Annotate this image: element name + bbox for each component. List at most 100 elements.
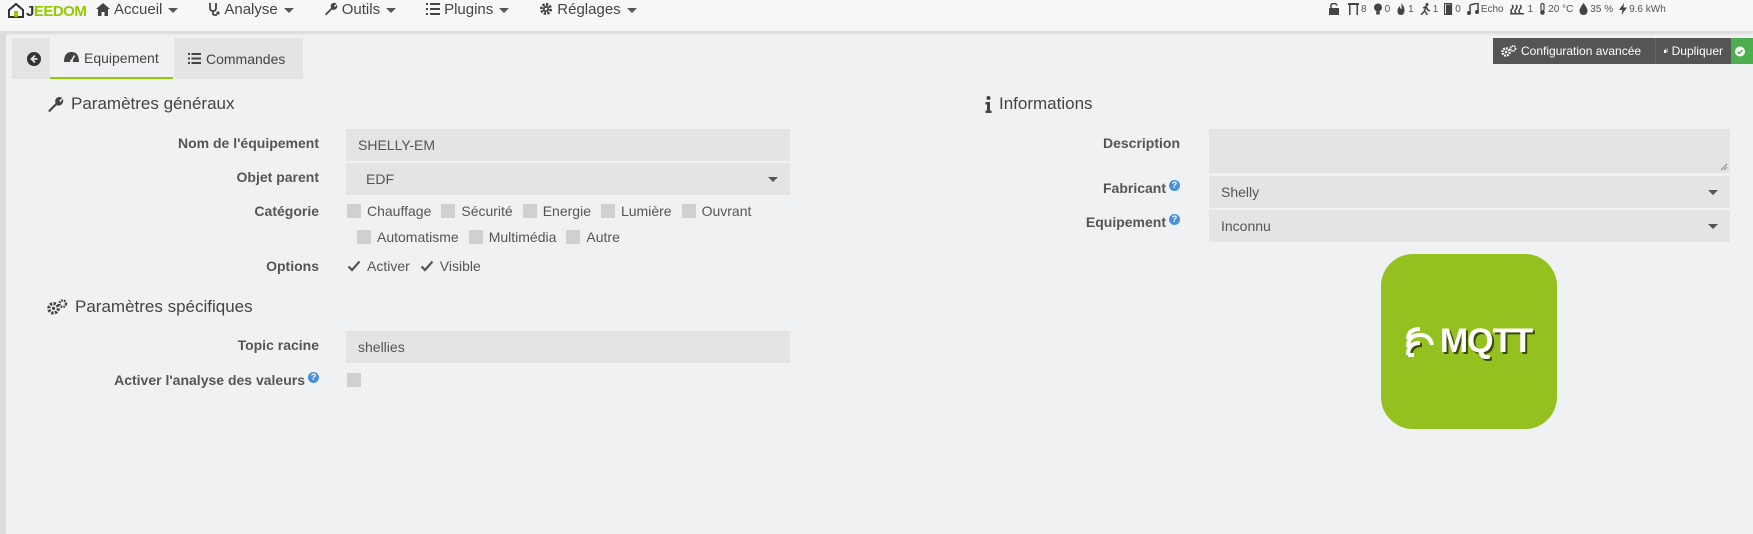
category-row-1: Chauffage Sécurité Energie Lumière Ouvra… [347, 203, 761, 219]
category-multimedia[interactable]: Multimédia [468, 229, 557, 245]
summary-lock[interactable] [1328, 3, 1342, 15]
description-textarea[interactable] [1209, 129, 1730, 173]
nav-analyse[interactable]: Analyse [208, 0, 294, 18]
jeedom-logo[interactable]: JEEDOM [6, 0, 87, 22]
chevron-down-icon [168, 7, 179, 13]
category-securite-label: Sécurité [461, 203, 513, 219]
checkbox[interactable] [468, 230, 483, 244]
nav-accueil[interactable]: Accueil [96, 0, 179, 18]
help-icon[interactable]: ? [1169, 214, 1180, 225]
summary-doors[interactable]: 0 [1444, 3, 1461, 15]
duplicate-button[interactable]: Dupliquer [1655, 38, 1731, 64]
summary-motion-value: 1 [1432, 3, 1439, 15]
nav-plugins[interactable]: Plugins [426, 0, 510, 18]
category-securite[interactable]: Sécurité [441, 203, 513, 219]
wrench-icon [324, 2, 338, 16]
summary-heating[interactable]: 1 [1509, 3, 1534, 15]
informations-label: Informations [999, 94, 1093, 113]
category-row-2: Automatisme Multimédia Autre [357, 229, 630, 245]
option-visible-label: Visible [439, 258, 481, 274]
check-circle-icon [1735, 46, 1745, 56]
option-visible[interactable]: Visible [420, 258, 481, 274]
manufacturer-select[interactable]: Shelly [1209, 176, 1730, 208]
music-note-icon [1466, 3, 1479, 15]
save-button[interactable] [1731, 38, 1753, 64]
equipment-type-value: Inconnu [1221, 218, 1271, 234]
category-multimedia-label: Multimédia [488, 229, 557, 245]
equipment-name-label: Nom de l'équipement [177, 135, 319, 151]
summary-music[interactable]: Echo [1466, 3, 1504, 15]
tab-equipement[interactable]: Equipement [50, 38, 173, 79]
option-activer[interactable]: Activer [347, 258, 410, 274]
mqtt-logo: MQTT [1381, 254, 1557, 429]
dashboard-gauge-icon [64, 51, 79, 62]
summary-temperature-value: 20 °C [1548, 3, 1574, 15]
equipment-type-select[interactable]: Inconnu [1209, 210, 1730, 242]
summary-fire-value: 1 [1408, 3, 1414, 15]
nav-analyse-label: Analyse [224, 0, 278, 18]
summary-shutters[interactable]: 8 [1348, 3, 1367, 15]
checkbox[interactable] [522, 204, 537, 218]
summary-heating-value: 1 [1527, 3, 1534, 15]
heating-icon [1509, 4, 1524, 15]
lightning-bolt-icon [1619, 3, 1628, 15]
category-lumiere-label: Lumière [620, 203, 672, 219]
equipment-name-input[interactable]: SHELLY-EM [346, 129, 790, 161]
checkbox[interactable] [357, 230, 371, 244]
category-lumiere[interactable]: Lumière [600, 203, 672, 219]
checkmark-icon[interactable] [420, 259, 434, 273]
summary-fire[interactable]: 1 [1396, 3, 1414, 15]
parent-object-select[interactable]: EDF [346, 163, 790, 195]
checkbox[interactable] [566, 230, 581, 244]
general-params-label: Paramètres généraux [71, 94, 235, 113]
checkbox[interactable] [681, 204, 696, 218]
resize-grip-icon[interactable] [1720, 163, 1728, 171]
tab-equipement-label: Equipement [84, 49, 159, 66]
arrow-left-circle-icon [27, 51, 41, 66]
value-analysis-checkbox[interactable] [347, 373, 361, 387]
advanced-config-button[interactable]: Configuration avancée [1493, 38, 1655, 64]
summary-lights-value: 0 [1384, 3, 1391, 15]
summary-temperature[interactable]: 20 °C [1539, 3, 1573, 15]
summary-power[interactable]: 9.6 kWh [1619, 3, 1666, 15]
description-label: Description [1102, 135, 1180, 151]
summary-motion[interactable]: 1 [1420, 3, 1439, 15]
general-params-title: Paramètres généraux [47, 94, 234, 114]
fire-icon [1397, 3, 1405, 15]
checkbox[interactable] [441, 204, 456, 218]
checkbox[interactable] [347, 204, 361, 218]
summary-lights[interactable]: 0 [1373, 3, 1391, 15]
nav-outils[interactable]: Outils [324, 0, 397, 18]
category-autre[interactable]: Autre [566, 229, 620, 245]
gears-icon [47, 299, 68, 315]
specific-params-title: Paramètres spécifiques [47, 297, 253, 317]
category-energie[interactable]: Energie [522, 203, 591, 219]
chevron-down-icon [283, 7, 294, 13]
topic-root-input[interactable]: shellies [346, 331, 790, 363]
summary-humidity[interactable]: 35 % [1579, 3, 1613, 15]
house-logo-icon [8, 2, 24, 18]
nav-reglages[interactable]: Réglages [539, 0, 637, 18]
checkmark-icon[interactable] [347, 259, 361, 273]
info-icon [985, 95, 992, 113]
manufacturer-value: Shelly [1221, 184, 1260, 200]
signal-waves-icon [1405, 326, 1434, 357]
category-ouvrant[interactable]: Ouvrant [681, 203, 751, 219]
water-drop-icon [1579, 3, 1588, 15]
category-automatisme[interactable]: Automatisme [357, 229, 459, 245]
main-menu: Accueil Analyse Outils Plugins Réglages [96, 0, 667, 18]
summary-doors-value: 0 [1455, 3, 1461, 15]
tab-bar: Equipement Commandes [6, 38, 1753, 79]
help-icon[interactable]: ? [308, 372, 319, 383]
tab-commandes[interactable]: Commandes [174, 38, 303, 79]
tab-commandes-label: Commandes [206, 50, 286, 67]
mqtt-logo-text: MQTT [1439, 322, 1533, 360]
duplicate-label: Dupliquer [1671, 44, 1723, 58]
gear-icon [540, 3, 553, 15]
equipment-name-value: SHELLY-EM [358, 137, 436, 153]
checkbox[interactable] [600, 204, 615, 218]
home-icon [96, 2, 110, 16]
options-label: Options [266, 258, 319, 274]
help-icon[interactable]: ? [1169, 180, 1180, 191]
category-chauffage[interactable]: Chauffage [347, 203, 431, 219]
